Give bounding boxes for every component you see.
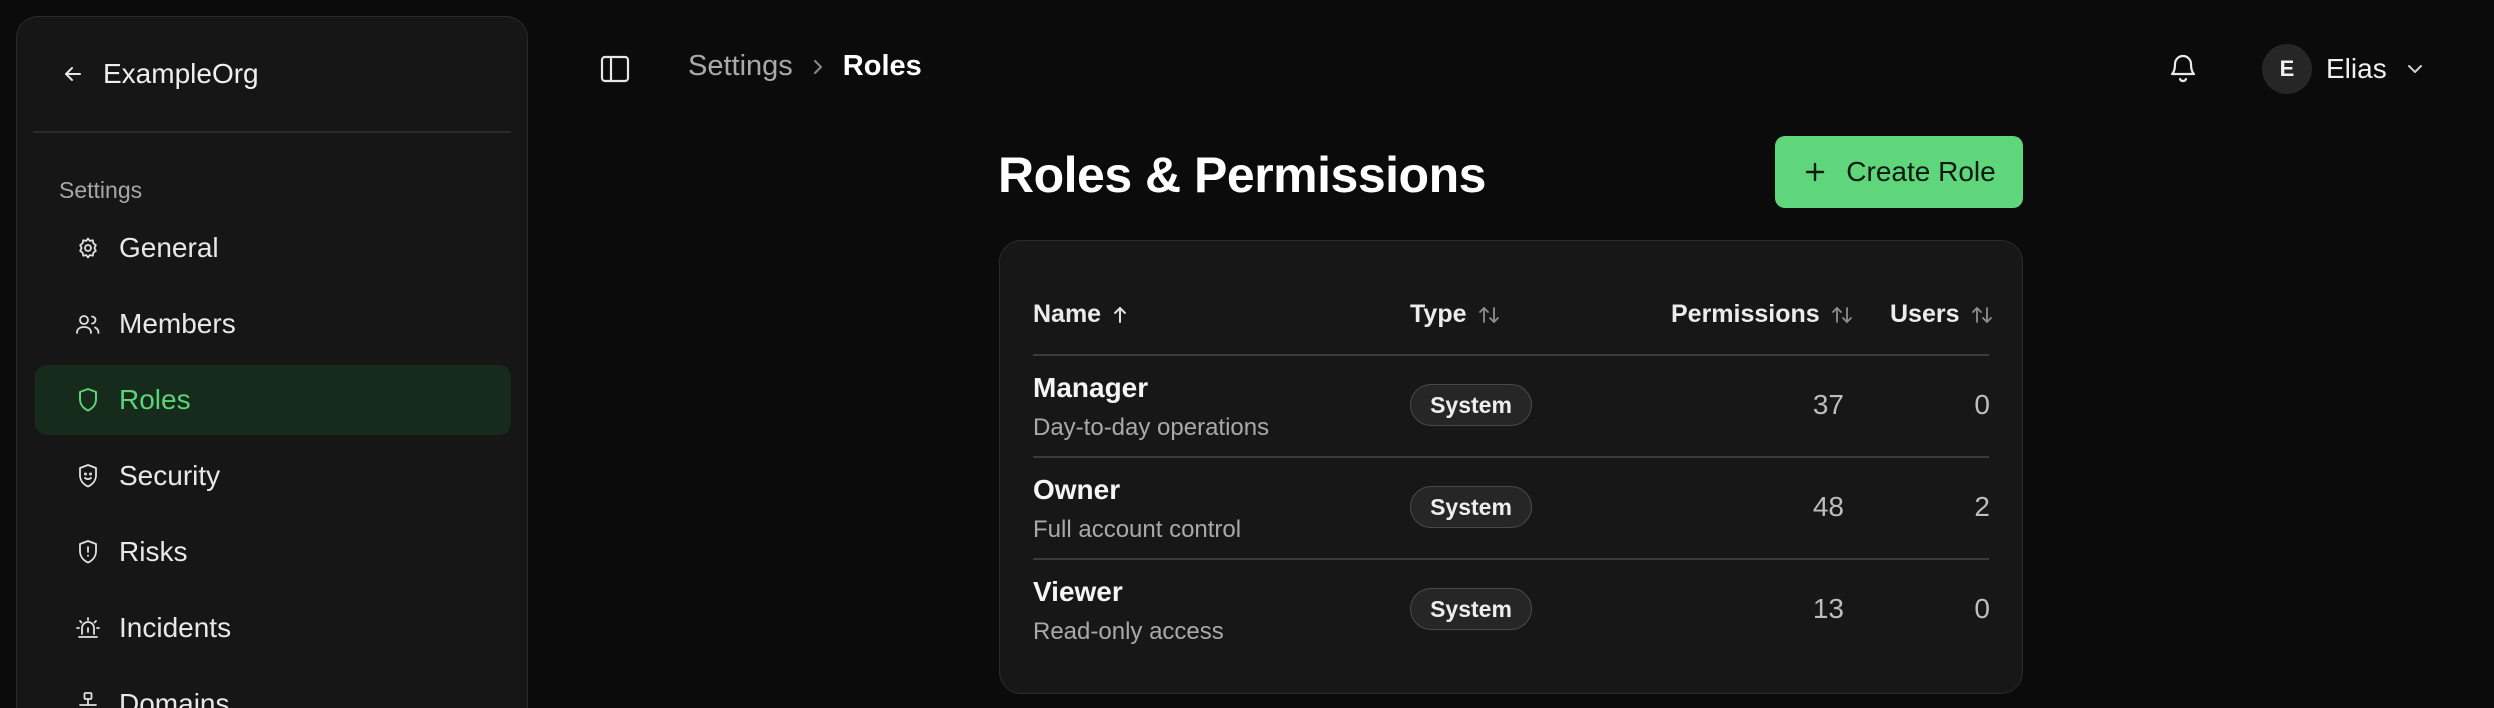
sidebar-item-risks[interactable]: Risks <box>35 517 511 587</box>
sidebar-item-label: Domains <box>119 688 230 708</box>
column-header-type[interactable]: Type <box>1410 300 1501 329</box>
breadcrumb: Settings Roles <box>688 50 922 83</box>
sidebar-item-label: Roles <box>119 384 191 415</box>
arrow-up-icon <box>1111 304 1129 326</box>
role-permissions-count: 37 <box>1812 389 1844 420</box>
sidebar-item-members[interactable]: Members <box>35 289 511 359</box>
column-header-permissions[interactable]: Permissions <box>1671 300 1854 329</box>
sidebar-item-security[interactable]: Security <box>35 441 511 511</box>
sidebar-item-general[interactable]: General <box>35 213 511 283</box>
siren-icon <box>75 615 101 641</box>
shield-alert-icon <box>75 539 101 565</box>
user-name: Elias <box>2326 53 2387 84</box>
sidebar-item-label: Security <box>119 460 221 491</box>
arrow-left-icon[interactable] <box>59 60 87 88</box>
shield-icon <box>75 387 101 413</box>
sidebar: ExampleOrg Settings General Members Role… <box>16 16 528 708</box>
sidebar-item-incidents[interactable]: Incidents <box>35 593 511 663</box>
user-menu[interactable]: E Elias <box>2262 44 2425 94</box>
role-permissions-count: 13 <box>1812 593 1844 624</box>
column-header-users[interactable]: Users <box>1890 300 1994 329</box>
role-name[interactable]: Owner <box>1033 474 1120 506</box>
network-icon <box>75 691 101 708</box>
role-permissions-count: 48 <box>1812 491 1844 522</box>
table-divider <box>1033 354 1989 356</box>
sidebar-item-label: Members <box>119 308 236 339</box>
role-users-count: 0 <box>1974 389 1990 420</box>
sidebar-divider <box>33 131 511 133</box>
column-label: Name <box>1033 300 1102 328</box>
create-role-label: Create Role <box>1846 156 1996 187</box>
chevron-down-icon <box>2405 62 2425 76</box>
breadcrumb-current: Roles <box>842 50 922 82</box>
role-name[interactable]: Manager <box>1033 372 1148 404</box>
role-name[interactable]: Viewer <box>1033 576 1123 608</box>
table-row-divider <box>1033 558 1989 560</box>
sidebar-item-roles[interactable]: Roles <box>35 365 511 435</box>
org-switcher[interactable]: ExampleOrg <box>17 17 527 131</box>
role-description: Day-to-day operations <box>1033 414 1270 441</box>
sort-arrows-icon <box>1970 304 1994 326</box>
plus-icon <box>1802 159 1828 185</box>
table-row-divider <box>1033 456 1989 458</box>
role-users-count: 2 <box>1974 491 1990 522</box>
role-description: Read-only access <box>1033 618 1224 645</box>
page-title: Roles & Permissions <box>998 147 1486 203</box>
bell-icon[interactable] <box>2166 50 2200 86</box>
sidebar-item-domains[interactable]: Domains <box>35 669 511 708</box>
breadcrumb-settings[interactable]: Settings <box>688 50 793 83</box>
role-description: Full account control <box>1033 516 1242 543</box>
create-role-button[interactable]: Create Role <box>1775 136 2023 208</box>
chevron-right-icon <box>811 57 825 77</box>
sidebar-item-label: General <box>119 232 219 263</box>
role-type-badge: System <box>1410 384 1532 426</box>
column-header-name[interactable]: Name <box>1033 300 1129 329</box>
org-name: ExampleOrg <box>103 58 259 89</box>
sidebar-toggle-icon[interactable] <box>598 52 632 86</box>
sidebar-item-label: Risks <box>119 536 188 567</box>
sidebar-item-label: Incidents <box>119 612 232 643</box>
role-type-badge: System <box>1410 486 1532 528</box>
column-label: Type <box>1410 300 1467 328</box>
sort-arrows-icon <box>1830 304 1854 326</box>
users-icon <box>75 311 101 337</box>
avatar: E <box>2262 44 2312 94</box>
role-type-badge: System <box>1410 588 1532 630</box>
column-label: Permissions <box>1671 300 1820 328</box>
sidebar-section-label: Settings <box>59 177 143 203</box>
gear-icon <box>75 235 101 261</box>
shield-face-icon <box>75 463 101 489</box>
sort-arrows-icon <box>1477 304 1501 326</box>
role-users-count: 0 <box>1974 593 1990 624</box>
column-label: Users <box>1890 300 1960 328</box>
